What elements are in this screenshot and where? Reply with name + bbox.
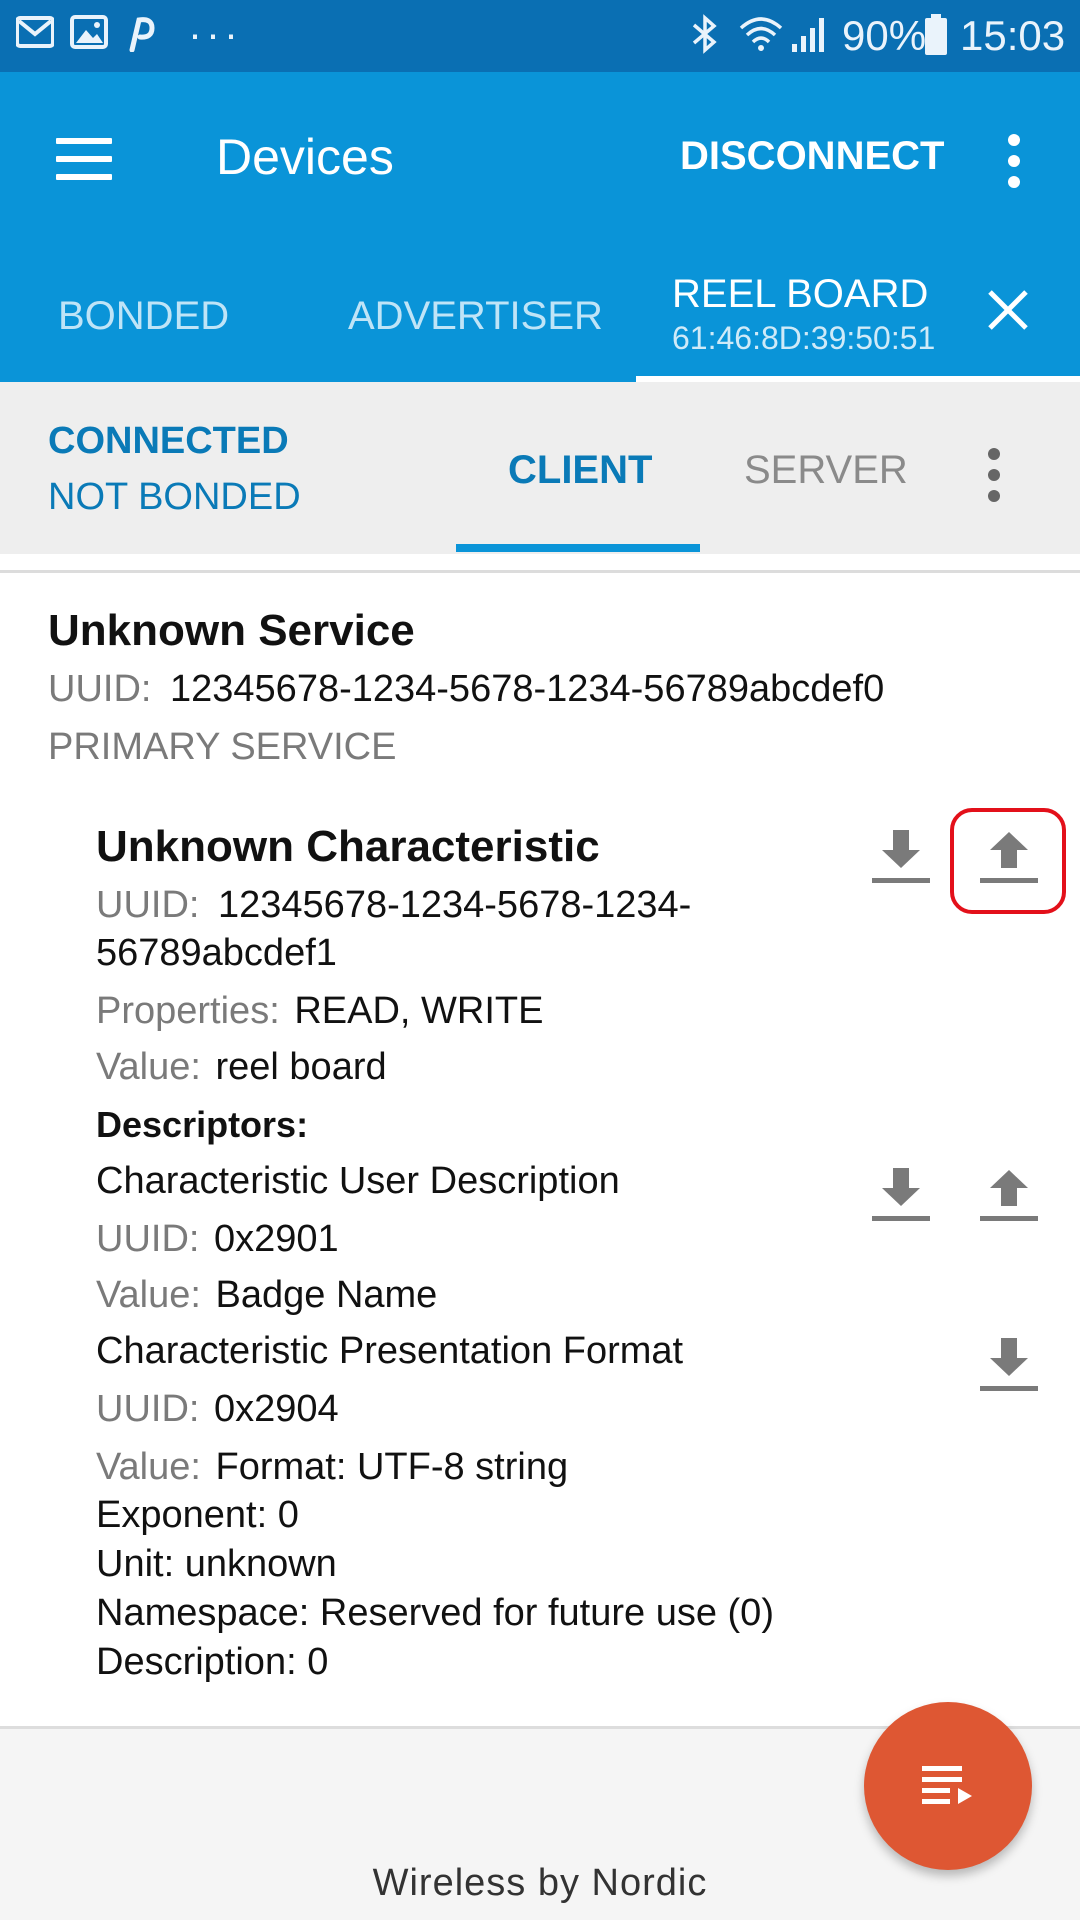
clock: 15:03 <box>960 12 1066 59</box>
characteristic-uuid-line2: 56789abcdef1 <box>96 932 337 974</box>
characteristic-uuid-label: UUID: <box>96 884 200 926</box>
close-icon[interactable] <box>986 288 1030 332</box>
descriptor-value: Value: Badge Name <box>96 1274 437 1317</box>
descriptor-value: Value: Format: UTF-8 string <box>96 1446 568 1489</box>
descriptor-value-line: Namespace: Reserved for future use (0) <box>96 1592 774 1634</box>
descriptor-uuid-label: UUID: <box>96 1388 200 1430</box>
wifi-icon <box>739 17 783 51</box>
value-label: Value: <box>96 1046 201 1088</box>
connection-menu-icon[interactable] <box>988 448 1000 511</box>
footer-branding: Wireless by Nordic <box>372 1862 708 1904</box>
descriptor-uuid: UUID: 0x2904 <box>96 1388 339 1431</box>
descriptor-value-line: Exponent: 0 <box>96 1494 299 1536</box>
descriptor-value-label: Value: <box>96 1274 201 1316</box>
characteristic-value: Value: reel board <box>96 1046 387 1089</box>
page-title: Devices <box>216 129 394 185</box>
tab-server[interactable]: SERVER <box>744 448 908 493</box>
tab-reel-board[interactable]: REEL BOARD <box>672 272 928 317</box>
descriptors-heading: Descriptors: <box>96 1104 309 1145</box>
service-uuid: UUID: 12345678-1234-5678-1234-56789abcde… <box>48 668 884 711</box>
characteristic-properties: Properties: READ, WRITE <box>96 990 543 1033</box>
overflow-menu-icon[interactable] <box>1008 134 1020 197</box>
service-type: PRIMARY SERVICE <box>48 726 397 768</box>
signal-icon <box>792 18 824 52</box>
service-uuid-value: 12345678-1234-5678-1234-56789abcdef0 <box>170 668 885 710</box>
value-text: reel board <box>215 1046 387 1088</box>
tab-bonded[interactable]: BONDED <box>58 294 229 339</box>
menu-icon[interactable] <box>56 138 112 192</box>
characteristic-uuid-line1: 12345678-1234-5678-1234- <box>218 884 692 926</box>
descriptor-uuid-value: 0x2901 <box>214 1218 339 1260</box>
descriptor-uuid: UUID: 0x2901 <box>96 1218 339 1261</box>
divider <box>0 570 1080 573</box>
properties-value: READ, WRITE <box>294 990 544 1032</box>
battery-percent: 90% <box>842 12 927 59</box>
bluetooth-icon <box>692 14 717 54</box>
gallery-icon <box>70 15 108 49</box>
tab-client[interactable]: CLIENT <box>508 448 652 493</box>
write-upload-icon[interactable] <box>976 1164 1042 1224</box>
descriptor-value-line: Unit: unknown <box>96 1543 337 1585</box>
bond-state: NOT BONDED <box>48 476 301 518</box>
descriptor-uuid-label: UUID: <box>96 1218 200 1260</box>
log-list-icon <box>922 1766 972 1804</box>
more-notifications: ··· <box>188 10 242 57</box>
characteristic-uuid: UUID: 12345678-1234-5678-1234- <box>96 884 691 927</box>
device-address: 61:46:8D:39:50:51 <box>672 320 936 356</box>
tab-advertiser[interactable]: ADVERTISER <box>348 294 603 339</box>
connection-state: CONNECTED <box>48 420 289 462</box>
gmail-icon <box>16 16 54 48</box>
service-uuid-label: UUID: <box>48 668 152 710</box>
service-name: Unknown Service <box>48 606 415 655</box>
client-tab-indicator <box>456 544 700 552</box>
descriptor-uuid-value: 0x2904 <box>214 1388 339 1430</box>
highlight-box <box>950 808 1066 914</box>
read-download-icon[interactable] <box>868 1164 934 1224</box>
descriptor-value-line: Description: 0 <box>96 1641 329 1683</box>
descriptor-name: Characteristic User Description <box>96 1160 620 1202</box>
read-download-icon[interactable] <box>868 826 934 886</box>
status-bar: ··· 90% 15:03 <box>0 0 1080 72</box>
battery-icon <box>925 14 947 55</box>
descriptor-value-label: Value: <box>96 1446 201 1488</box>
read-download-icon[interactable] <box>976 1334 1042 1394</box>
characteristic-name: Unknown Characteristic <box>96 822 600 871</box>
descriptor-name: Characteristic Presentation Format <box>96 1330 684 1372</box>
log-fab-button[interactable] <box>864 1702 1032 1870</box>
descriptor-value-text: Badge Name <box>215 1274 438 1316</box>
pinterest-icon <box>129 17 155 52</box>
descriptor-value-line: Format: UTF-8 string <box>215 1446 569 1488</box>
disconnect-button[interactable]: DISCONNECT <box>680 134 944 179</box>
properties-label: Properties: <box>96 990 280 1032</box>
